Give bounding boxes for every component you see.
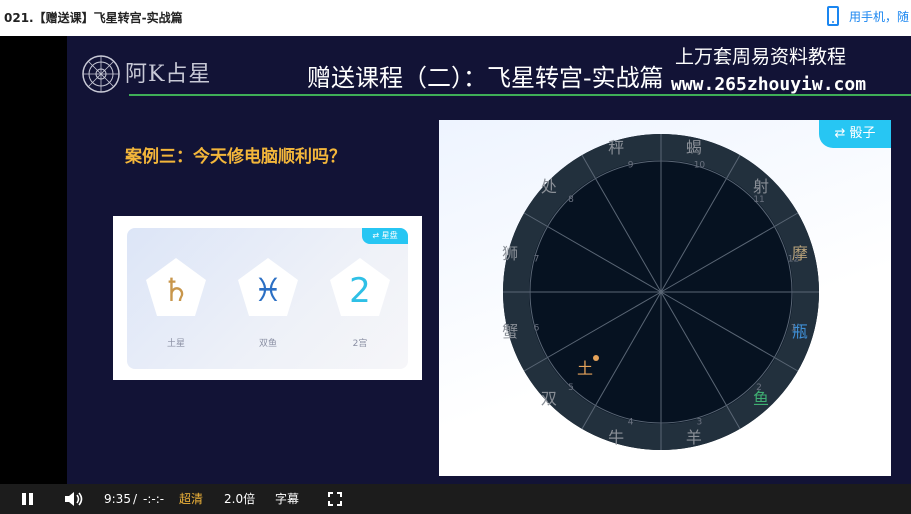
house-number-label: 9 (628, 161, 634, 171)
zodiac-sign-label: 双 (541, 389, 557, 408)
current-time: 9:35 (104, 492, 131, 506)
pisces-glyph: ♓ (254, 271, 283, 309)
house-number-icon: 2 (330, 258, 390, 316)
player-controls: 9:35 / -:-:- 超清 2.0倍 字幕 (0, 484, 911, 514)
house-number-label: 2 (756, 383, 762, 393)
symbol-label: 土星 (166, 339, 185, 349)
house-number-label: 4 (628, 417, 634, 427)
astrology-wheel: 蝎10秤9处8狮 7蟹 6双5牛4羊3鱼2瓶1摩12射11土 (502, 134, 819, 450)
saturn-glyph: ♄ (162, 271, 191, 309)
pause-icon[interactable] (22, 493, 34, 505)
house-number-label: 1 (791, 323, 797, 333)
symbol-card-panel: ⇄ 星盘 ♄ 土星 ♓ 双鱼 2 2宫 (127, 228, 408, 369)
house-number-label: 11 (753, 195, 764, 205)
time-separator: / (133, 492, 138, 506)
dice-switch-tag[interactable]: ⇄ 骰子 (819, 120, 891, 148)
zodiac-sign-label: 蟹 (502, 322, 518, 341)
zodiac-sign-label: 蝎 (686, 138, 702, 157)
pisces-icon: ♓ (238, 258, 298, 316)
zodiac-sign-label: 狮 (502, 244, 518, 263)
symbol-label: 2宫 (352, 339, 368, 349)
symbol-pisces: ♓ 双鱼 (233, 256, 303, 349)
fullscreen-icon[interactable] (328, 492, 342, 506)
planet-saturn-label: 土 (577, 359, 593, 378)
volume-icon[interactable] (64, 491, 84, 507)
duration: -:-:- (143, 492, 165, 506)
house-number-label: 10 (694, 161, 706, 171)
watermark-text: 上万套周易资料教程 (675, 46, 847, 68)
house-number-label: 8 (568, 195, 574, 205)
planet-saturn-dot (593, 355, 599, 361)
logo-text: 阿K占星 (125, 62, 212, 87)
video-player[interactable]: 阿K占星 赠送课程（二）：飞星转宫-实战篇 上万套周易资料教程 www.265z… (0, 36, 911, 514)
house-number-label: 7 (534, 255, 540, 265)
house-glyph: 2 (349, 271, 371, 311)
symbol-house-2: 2 2宫 (325, 256, 395, 349)
phone-icon (826, 6, 839, 26)
speed-button[interactable]: 2.0倍 (224, 484, 255, 514)
case-title: 案例三：今天修电脑顺利吗？ (125, 147, 346, 167)
house-number-label: 12 (788, 255, 799, 265)
mobile-watch-label: 用手机，随 (848, 9, 909, 24)
astrology-logo-icon (82, 55, 120, 93)
house-number-label: 3 (697, 417, 703, 427)
symbol-saturn: ♄ 土星 (141, 256, 211, 349)
zodiac-sign-label: 秤 (608, 138, 624, 157)
watermark-url: www.265zhouyiw.com (671, 74, 867, 95)
page-title: 021.【赠送课】飞星转宫-实战篇 (4, 11, 183, 25)
page-header: 021.【赠送课】飞星转宫-实战篇 用手机，随 (0, 0, 911, 36)
video-frame: 阿K占星 赠送课程（二）：飞星转宫-实战篇 上万套周易资料教程 www.265z… (67, 36, 911, 484)
zodiac-sign-label: 牛 (608, 428, 624, 447)
quality-button[interactable]: 超清 (179, 484, 203, 514)
symbol-label: 双鱼 (258, 339, 277, 349)
subtitle-button[interactable]: 字幕 (275, 484, 299, 514)
astrology-chart-panel: 蝎 10 秤 9 处 8 狮 7 蟹 6 双 5 牛 4 羊 3 鱼 2 瓶 1 摩 12 射 11 土 ⇄ 骰子 (439, 120, 891, 476)
chart-switch-tag: ⇄ 星盘 (362, 228, 408, 244)
slide-title: 赠送课程（二）：飞星转宫-实战篇 (307, 64, 664, 92)
house-number-label: 6 (534, 323, 540, 333)
zodiac-sign-label: 处 (541, 177, 557, 196)
mobile-watch-link[interactable]: 用手机，随 (826, 6, 909, 26)
symbol-card: ⇄ 星盘 ♄ 土星 ♓ 双鱼 2 2宫 (113, 216, 422, 380)
saturn-icon: ♄ (146, 258, 206, 316)
zodiac-sign-label: 射 (753, 177, 769, 196)
zodiac-sign-label: 羊 (686, 428, 702, 447)
house-number-label: 5 (568, 383, 574, 393)
